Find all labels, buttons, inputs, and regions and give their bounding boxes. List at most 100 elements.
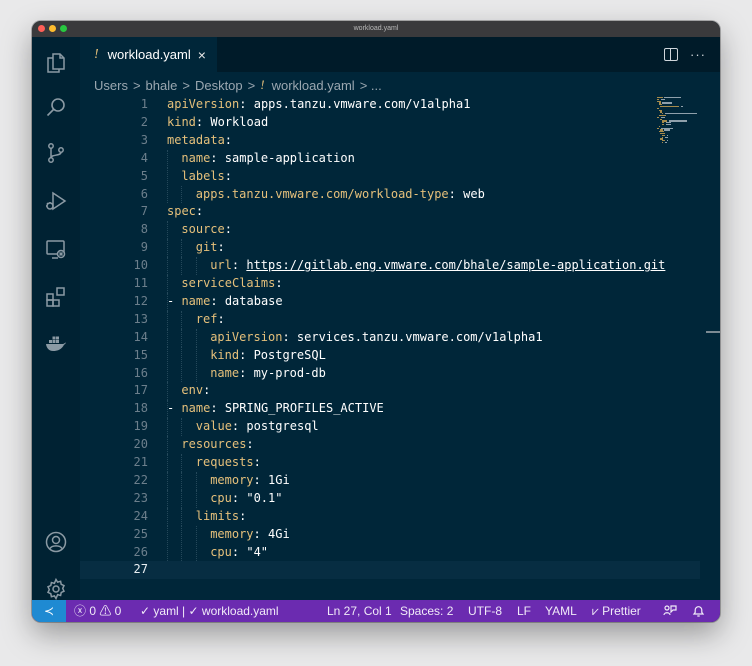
line-number: 5 xyxy=(140,168,148,183)
feedback-icon[interactable] xyxy=(663,604,677,618)
breadcrumb-item[interactable]: Desktop xyxy=(195,78,243,93)
code-text: labels: xyxy=(181,168,232,183)
indent-guide xyxy=(181,471,183,490)
remote-explorer-icon[interactable] xyxy=(42,235,70,263)
settings-gear-icon[interactable] xyxy=(42,575,70,603)
code-line[interactable]: 9 git: xyxy=(80,239,700,258)
search-icon[interactable] xyxy=(42,93,70,121)
account-icon[interactable] xyxy=(42,528,70,556)
code-line[interactable]: 26 cpu: "4" xyxy=(80,543,700,562)
tab-workload-yaml[interactable]: ! workload.yaml × xyxy=(80,37,217,72)
code-text: kind: PostgreSQL xyxy=(210,347,326,362)
explorer-icon[interactable] xyxy=(42,49,70,77)
line-number: 10 xyxy=(133,258,148,273)
code-line[interactable]: 19 value: postgresql xyxy=(80,418,700,437)
yaml-link-value[interactable]: https://gitlab.eng.vmware.com/bhale/samp… xyxy=(246,258,665,272)
code-line[interactable]: 22 memory: 1Gi xyxy=(80,471,700,490)
yaml-key: requests xyxy=(195,455,254,469)
line-number: 4 xyxy=(140,150,148,165)
yaml-key: kind xyxy=(210,347,240,362)
code-line[interactable]: 5 labels: xyxy=(80,167,700,186)
minimap-value-mark xyxy=(662,102,673,104)
split-editor-icon[interactable] xyxy=(664,48,678,61)
code-line[interactable]: 8 source: xyxy=(80,221,700,240)
code-line[interactable]: 13 ref: xyxy=(80,310,700,329)
code-line[interactable]: 3 metadata: xyxy=(80,132,700,150)
yaml-key: url xyxy=(210,258,232,273)
breadcrumb-item[interactable]: Users xyxy=(94,78,128,93)
yaml-key: name xyxy=(210,365,240,380)
code-text: env: xyxy=(181,383,211,398)
activity-bar xyxy=(32,37,80,603)
indentation[interactable]: Spaces: 2 xyxy=(400,600,453,622)
yaml-key: value xyxy=(195,419,232,434)
code-line[interactable]: 16 name: my-prod-db xyxy=(80,364,700,383)
minimap[interactable] xyxy=(657,97,705,147)
yaml-value: 4Gi xyxy=(268,526,290,541)
yaml-key: apiVersion xyxy=(210,329,283,344)
code-line[interactable]: 12 - name: database xyxy=(80,292,700,311)
code-text: resources: xyxy=(181,437,254,452)
close-tab-icon[interactable]: × xyxy=(198,47,206,63)
encoding[interactable]: UTF-8 xyxy=(468,600,502,622)
yaml-key: env xyxy=(181,383,204,398)
code-text: requests: xyxy=(195,455,261,469)
indent-guide xyxy=(167,328,169,347)
yaml-key: name xyxy=(181,293,211,308)
minimap-key-mark xyxy=(657,127,660,129)
extensions-icon[interactable] xyxy=(42,283,70,311)
code-line[interactable]: 4 name: sample-application xyxy=(80,149,700,168)
yaml-value: database xyxy=(224,293,283,308)
yaml-value: services.tanzu.vmware.com/v1alpha1 xyxy=(296,329,543,344)
yaml-schema-status[interactable]: ✓ yaml | ✓ workload.yaml xyxy=(140,600,279,622)
problems-indicator[interactable]: ⓧ 0 ⚠ 0 xyxy=(74,600,121,622)
run-debug-icon[interactable] xyxy=(42,187,70,215)
code-line[interactable]: 17 env: xyxy=(80,382,700,401)
code-line[interactable]: 2 kind: Workload xyxy=(80,114,700,132)
breadcrumb-file[interactable]: workload.yaml xyxy=(272,78,355,93)
end-of-line[interactable]: LF xyxy=(517,600,531,622)
code-line[interactable]: 14 apiVersion: services.tanzu.vmware.com/… xyxy=(80,328,700,347)
vscode-window: workload.yaml ! workload.yaml × ··· User… xyxy=(32,21,720,622)
code-text: serviceClaims: xyxy=(181,276,283,290)
code-line[interactable]: 20 resources: xyxy=(80,436,700,454)
minimap-key-mark xyxy=(661,142,664,144)
code-line[interactable]: 6 apps.tanzu.vmware.com/workload-type: we… xyxy=(80,185,700,204)
code-line[interactable]: 27 xyxy=(80,561,700,580)
language-mode[interactable]: YAML xyxy=(545,600,577,622)
yaml-key: git xyxy=(195,240,218,255)
indent-guide xyxy=(181,525,183,544)
indent-guide xyxy=(167,257,169,275)
indent-guide xyxy=(181,364,183,383)
code-line[interactable]: 11 serviceClaims: xyxy=(80,275,700,293)
indent-guide xyxy=(181,257,183,275)
breadcrumb-more[interactable]: > ... xyxy=(360,78,382,93)
prettier-status[interactable]: ⩗ Prettier xyxy=(592,600,641,622)
cursor-position[interactable]: Ln 27, Col 1 xyxy=(327,600,392,622)
code-line[interactable]: 1 apiVersion: apps.tanzu.vmware.com/v1alp… xyxy=(80,96,700,114)
code-line[interactable]: 21 requests: xyxy=(80,454,700,472)
line-number: 18 xyxy=(133,401,148,416)
scrollbar-marker[interactable] xyxy=(706,331,720,333)
code-line[interactable]: 10 url: https://gitlab.eng.vmware.com/bha… xyxy=(80,257,700,275)
code-line[interactable]: 15 kind: PostgreSQL xyxy=(80,346,700,365)
code-line[interactable]: 25 memory: 4Gi xyxy=(80,525,700,544)
breadcrumb-separator: > xyxy=(132,77,141,93)
code-line[interactable]: 18 - name: SPRING_PROFILES_ACTIVE xyxy=(80,400,700,419)
indent-guide xyxy=(167,507,169,526)
yaml-key: spec xyxy=(167,204,196,219)
code-editor[interactable]: 1 apiVersion: apps.tanzu.vmware.com/v1alp… xyxy=(80,95,720,600)
indent-guide xyxy=(167,489,169,508)
remote-indicator[interactable]: ≺ xyxy=(32,600,66,622)
code-line[interactable]: 23 cpu: "0.1" xyxy=(80,489,700,508)
docker-icon[interactable] xyxy=(42,329,70,357)
source-control-icon[interactable] xyxy=(42,139,70,167)
breadcrumb-item[interactable]: bhale xyxy=(146,78,178,93)
code-text: limits: xyxy=(195,508,247,523)
code-line[interactable]: 24 limits: xyxy=(80,507,700,526)
breadcrumb-separator: > xyxy=(247,77,256,93)
bell-icon[interactable] xyxy=(692,604,705,618)
more-actions-icon[interactable]: ··· xyxy=(690,47,706,62)
code-line[interactable]: 7 spec: xyxy=(80,203,700,221)
line-number: 27 xyxy=(133,562,148,577)
